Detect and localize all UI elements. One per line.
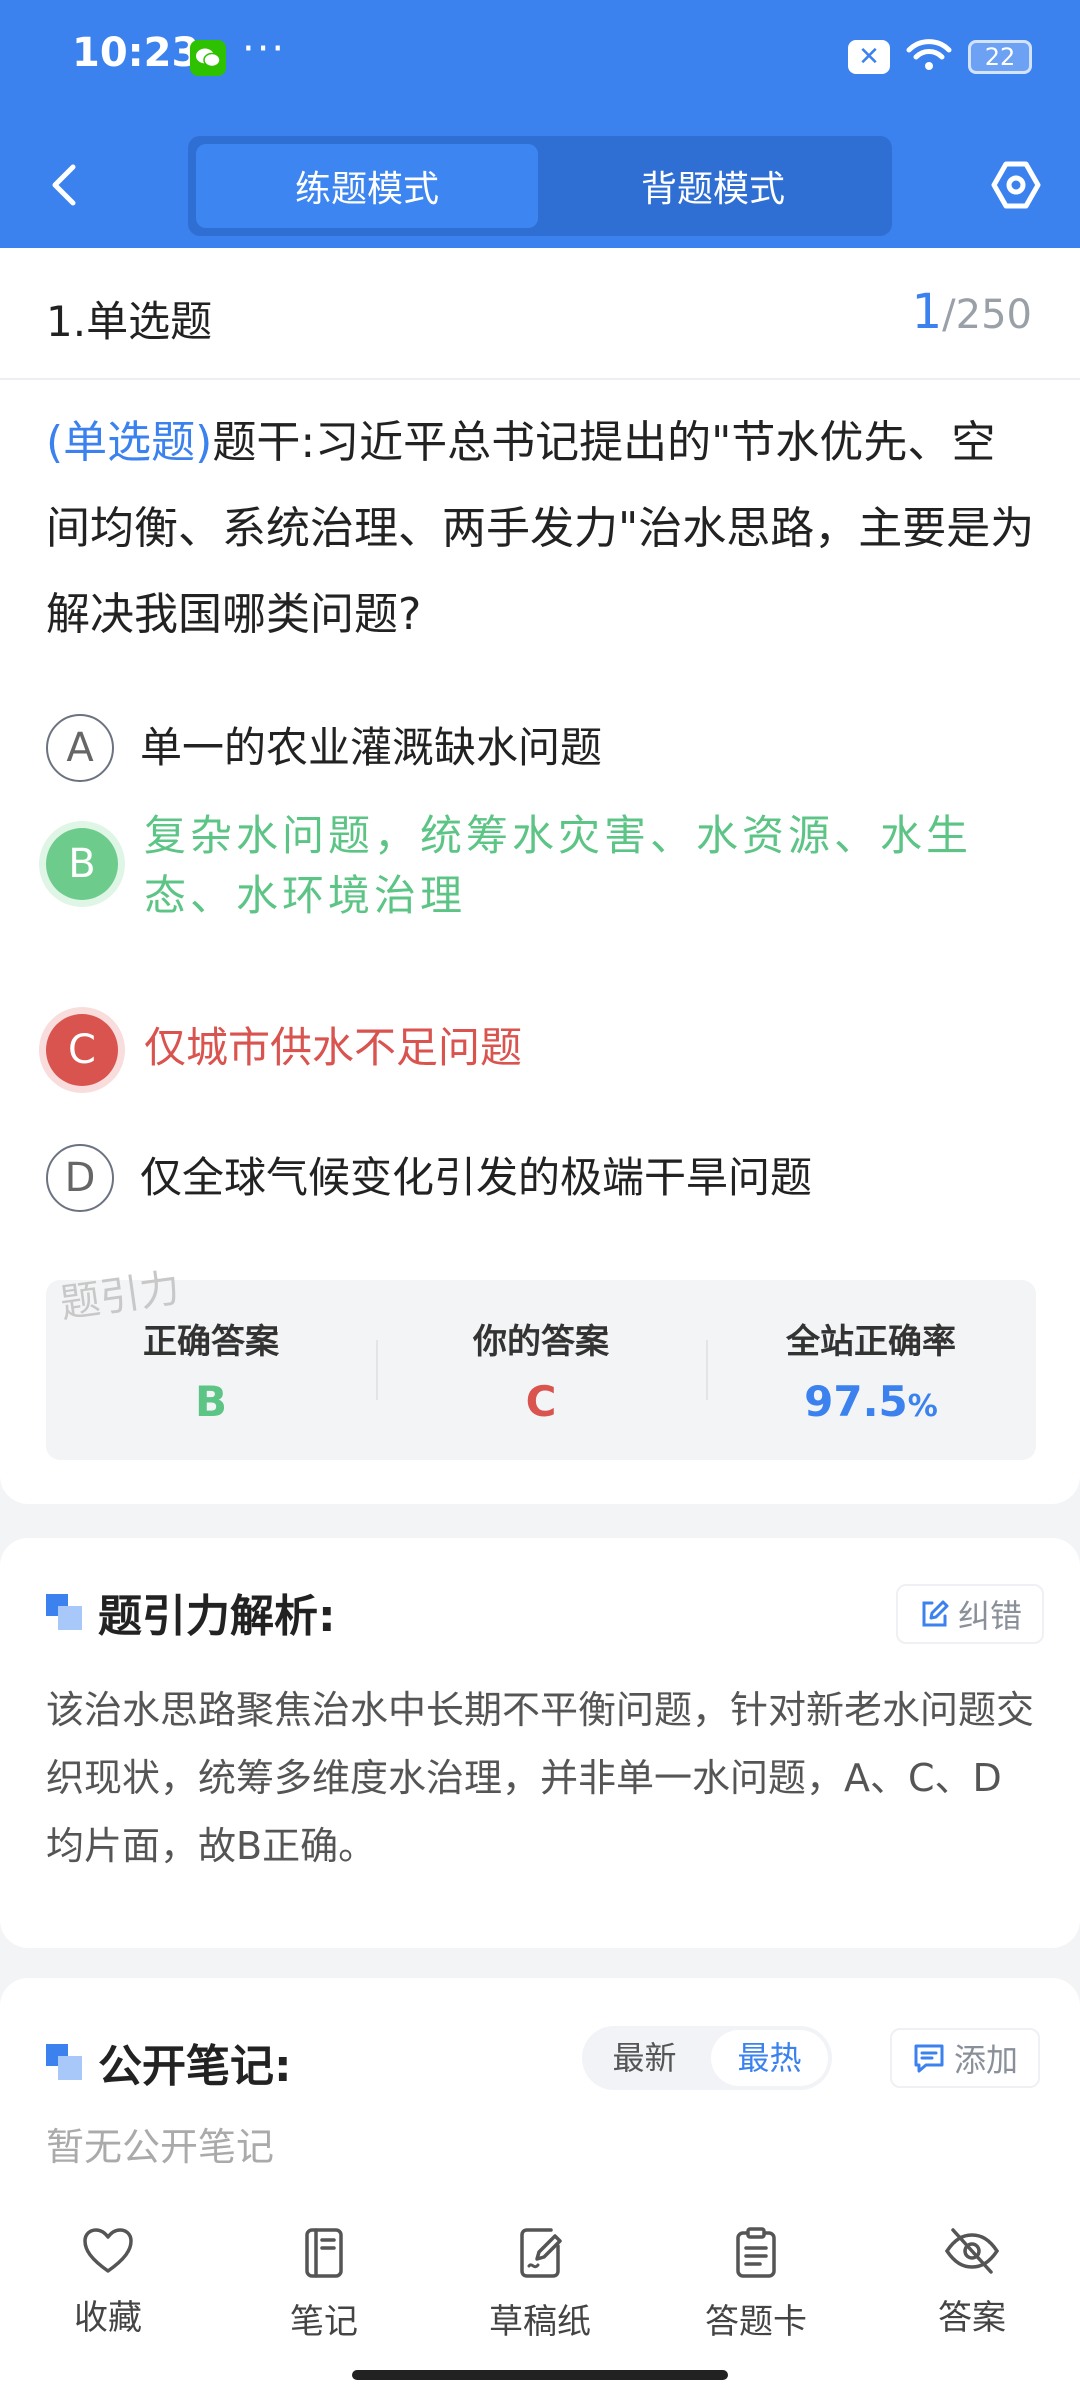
- notes-sort-toggle: 最新 最热: [582, 2026, 832, 2090]
- add-note-button[interactable]: 添加: [890, 2028, 1041, 2088]
- option-letter: B: [46, 828, 118, 900]
- option-b[interactable]: B 复杂水问题，统筹水灾害、水资源、水生态、水环境治理: [46, 802, 1046, 926]
- sort-hottest[interactable]: 最热: [711, 2030, 828, 2086]
- tab-label: 草稿纸: [489, 2302, 591, 2342]
- option-text: 仅城市供水不足问题: [144, 1023, 523, 1072]
- hexagon-settings-icon: [991, 161, 1041, 209]
- question-counter[interactable]: 1/250: [912, 284, 1032, 340]
- battery-level: 22: [984, 43, 1016, 71]
- notes-title: 公开笔记:: [46, 2030, 292, 2094]
- tab-label: 笔记: [290, 2302, 358, 2342]
- correct-answer-value: B: [194, 1377, 227, 1426]
- your-answer-value: C: [525, 1377, 557, 1426]
- status-right: ✕ 22: [848, 38, 1032, 76]
- total-count: /250: [942, 292, 1032, 338]
- option-c[interactable]: C 仅城市供水不足问题: [46, 1014, 1046, 1086]
- add-note-label: 添加: [954, 2041, 1019, 2079]
- current-index: 1: [911, 284, 943, 340]
- analysis-title-text: 题引力解析:: [98, 1591, 336, 1642]
- report-error-label: 纠错: [958, 1597, 1023, 1635]
- accuracy-number: 97.5: [804, 1377, 908, 1426]
- accuracy-block: 全站正确率 97.5%: [706, 1280, 1036, 1460]
- analysis-title: 题引力解析:: [46, 1580, 336, 1644]
- settings-button[interactable]: [988, 150, 1044, 220]
- tab-practice-mode[interactable]: 练题模式: [196, 144, 538, 228]
- chevron-left-icon: [52, 164, 76, 206]
- option-d[interactable]: D 仅全球气候变化引发的极端干旱问题: [46, 1144, 1046, 1212]
- option-text: 复杂水问题，统筹水灾害、水资源、水生态、水环境治理: [144, 811, 973, 920]
- favorite-button[interactable]: 收藏: [28, 2226, 188, 2339]
- option-letter: D: [46, 1144, 114, 1212]
- accuracy-unit: %: [907, 1389, 938, 1424]
- draft-paper-button[interactable]: 草稿纸: [460, 2226, 620, 2343]
- wifi-icon: [906, 38, 952, 76]
- question-stem: (单选题)题干:习近平总书记提出的"节水优先、空间均衡、系统治理、两手发力"治水…: [46, 400, 1036, 658]
- answer-sheet-icon: [736, 2227, 776, 2278]
- tab-label: 答案: [938, 2298, 1006, 2338]
- your-answer-label: 你的答案: [473, 1322, 609, 1362]
- draft-paper-icon: [520, 2228, 562, 2278]
- option-letter: C: [46, 1014, 118, 1086]
- section-square-icon: [46, 1594, 82, 1630]
- battery-icon: 22: [968, 40, 1032, 74]
- option-text: 单一的农业灌溉缺水问题: [140, 723, 603, 772]
- question-type: 1.单选题: [46, 297, 213, 346]
- option-a[interactable]: A 单一的农业灌溉缺水问题: [46, 714, 1046, 782]
- top-header: 10:23 ··· ✕ 22 练题模式 背题模式: [0, 0, 1080, 248]
- tab-label: 答题卡: [705, 2302, 807, 2342]
- analysis-card: 题引力解析: 纠错 该治水思路聚焦治水中长期不平衡问题，针对新老水问题交织现状，…: [0, 1538, 1080, 1948]
- status-time: 10:23: [72, 30, 200, 76]
- notes-button[interactable]: 笔记: [244, 2226, 404, 2343]
- accuracy-value: 97.5%: [804, 1377, 938, 1426]
- result-summary: 正确答案 B 你的答案 C 全站正确率 97.5%: [46, 1280, 1036, 1460]
- back-button[interactable]: [44, 150, 84, 220]
- mode-switch: 练题模式 背题模式: [188, 136, 892, 236]
- correct-answer-label: 正确答案: [143, 1322, 279, 1362]
- section-square-icon: [46, 2044, 82, 2080]
- empty-notes-text: 暂无公开笔记: [46, 2125, 275, 2169]
- home-indicator: [352, 2370, 728, 2380]
- report-error-button[interactable]: 纠错: [896, 1584, 1045, 1644]
- more-notifications-icon: ···: [242, 26, 287, 72]
- accuracy-label: 全站正确率: [786, 1322, 956, 1362]
- option-letter: A: [46, 714, 114, 782]
- tab-label: 收藏: [74, 2298, 142, 2338]
- heart-icon: [83, 2228, 133, 2273]
- edit-icon: [922, 1600, 949, 1627]
- analysis-text: 该治水思路聚焦治水中长期不平衡问题，针对新老水问题交织现状，统筹多维度水治理，并…: [46, 1688, 1035, 1868]
- question-header: 1.单选题 1/250: [0, 248, 1080, 380]
- option-text: 仅全球气候变化引发的极端干旱问题: [140, 1153, 813, 1202]
- eye-off-icon: [944, 2228, 1000, 2274]
- notification-x-icon: ✕: [848, 40, 890, 74]
- notebook-icon: [305, 2228, 343, 2278]
- your-answer-block: 你的答案 C: [376, 1280, 706, 1460]
- show-answer-button[interactable]: 答案: [892, 2226, 1052, 2339]
- notes-title-text: 公开笔记:: [98, 2041, 292, 2092]
- tab-memorize-mode[interactable]: 背题模式: [542, 144, 884, 228]
- wechat-icon: [190, 40, 226, 76]
- answer-sheet-button[interactable]: 答题卡: [676, 2226, 836, 2343]
- sort-newest[interactable]: 最新: [586, 2030, 703, 2086]
- comment-icon: [914, 2044, 944, 2073]
- question-card: 1.单选题 1/250 (单选题)题干:习近平总书记提出的"节水优先、空间均衡、…: [0, 248, 1080, 1504]
- question-tag: (单选题): [46, 417, 213, 468]
- public-notes-card: 公开笔记: 最新 最热 添加 暂无公开笔记: [0, 1978, 1080, 2238]
- status-bar: 10:23 ··· ✕ 22: [0, 0, 1080, 118]
